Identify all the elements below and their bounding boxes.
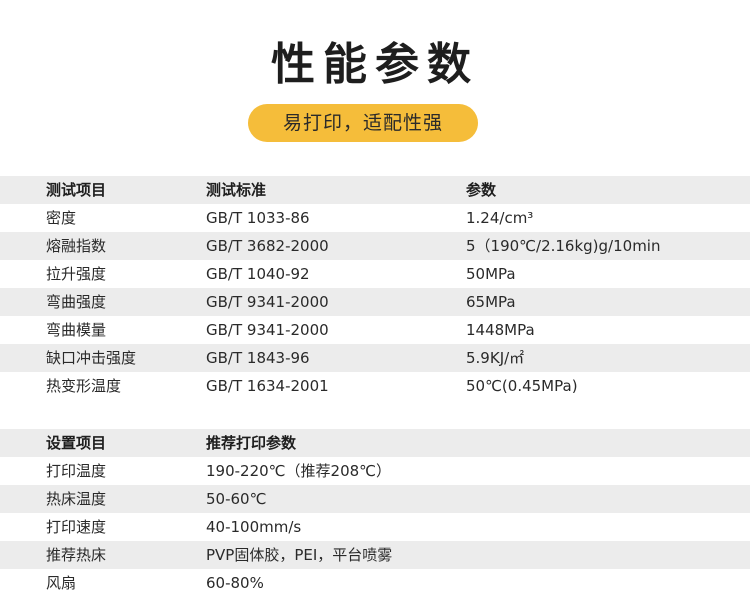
item-cell: 熔融指数: [0, 232, 206, 260]
table-row: 缺口冲击强度 GB/T 1843-96 5.9KJ/㎡: [0, 344, 750, 372]
subtitle-badge: 易打印，适配性强: [248, 104, 478, 142]
header-cell: 测试标准: [206, 176, 466, 204]
value-cell: 50℃(0.45MPa): [466, 372, 750, 400]
standard-cell: GB/T 9341-2000: [206, 288, 466, 316]
value-cell: 60-80%: [206, 569, 750, 597]
value-cell: 5（190℃/2.16kg)g/10min: [466, 232, 750, 260]
page-title: 性能参数: [271, 39, 479, 90]
header-cell: 设置项目: [0, 429, 206, 457]
table-row: 热床温度 50-60℃: [0, 485, 750, 513]
header-cell: 参数: [466, 176, 750, 204]
item-cell: 弯曲强度: [0, 288, 206, 316]
setting-cell: 打印温度: [0, 457, 206, 485]
value-cell: 190-220℃（推荐208℃）: [206, 457, 750, 485]
table-header-row: 测试项目 测试标准 参数: [0, 176, 750, 204]
setting-cell: 风扇: [0, 569, 206, 597]
setting-cell: 热床温度: [0, 485, 206, 513]
header-cell: 测试项目: [0, 176, 206, 204]
table-header-row: 设置项目 推荐打印参数: [0, 429, 750, 457]
table-row: 拉升强度 GB/T 1040-92 50MPa: [0, 260, 750, 288]
value-cell: PVP固体胶，PEI，平台喷雾: [206, 541, 750, 569]
standard-cell: GB/T 3682-2000: [206, 232, 466, 260]
standard-cell: GB/T 1040-92: [206, 260, 466, 288]
table-row: 打印速度 40-100mm/s: [0, 513, 750, 541]
standard-cell: GB/T 1033-86: [206, 204, 466, 232]
table-row: 推荐热床 PVP固体胶，PEI，平台喷雾: [0, 541, 750, 569]
table-row: 风扇 60-80%: [0, 569, 750, 597]
table-row: 热变形温度 GB/T 1634-2001 50℃(0.45MPa): [0, 372, 750, 400]
setting-cell: 推荐热床: [0, 541, 206, 569]
standard-cell: GB/T 1634-2001: [206, 372, 466, 400]
item-cell: 热变形温度: [0, 372, 206, 400]
value-cell: 5.9KJ/㎡: [466, 344, 750, 372]
setting-cell: 打印速度: [0, 513, 206, 541]
item-cell: 弯曲模量: [0, 316, 206, 344]
table-row: 弯曲模量 GB/T 9341-2000 1448MPa: [0, 316, 750, 344]
value-cell: 1448MPa: [466, 316, 750, 344]
value-cell: 50-60℃: [206, 485, 750, 513]
print-settings-table: 设置项目 推荐打印参数 打印温度 190-220℃（推荐208℃） 热床温度 5…: [0, 429, 750, 597]
value-cell: 65MPa: [466, 288, 750, 316]
value-cell: 40-100mm/s: [206, 513, 750, 541]
item-cell: 缺口冲击强度: [0, 344, 206, 372]
performance-table: 测试项目 测试标准 参数 密度 GB/T 1033-86 1.24/cm³ 熔融…: [0, 176, 750, 400]
table-row: 打印温度 190-220℃（推荐208℃）: [0, 457, 750, 485]
table-row: 密度 GB/T 1033-86 1.24/cm³: [0, 204, 750, 232]
table-row: 弯曲强度 GB/T 9341-2000 65MPa: [0, 288, 750, 316]
standard-cell: GB/T 9341-2000: [206, 316, 466, 344]
value-cell: 1.24/cm³: [466, 204, 750, 232]
standard-cell: GB/T 1843-96: [206, 344, 466, 372]
item-cell: 密度: [0, 204, 206, 232]
header-cell: 推荐打印参数: [206, 429, 750, 457]
item-cell: 拉升强度: [0, 260, 206, 288]
value-cell: 50MPa: [466, 260, 750, 288]
table-row: 熔融指数 GB/T 3682-2000 5（190℃/2.16kg)g/10mi…: [0, 232, 750, 260]
